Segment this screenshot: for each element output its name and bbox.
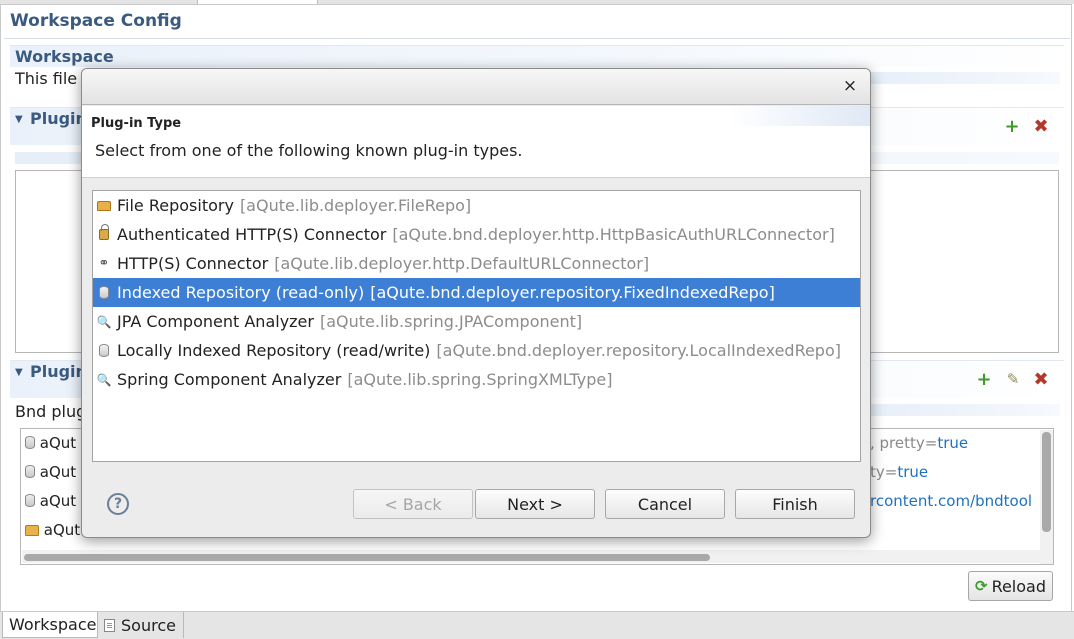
plugin-row[interactable]: aQut: [25, 434, 76, 452]
list-item-selected[interactable]: Indexed Repository (read-only) [aQute.bnd…: [93, 278, 860, 307]
workspace-description: This file: [15, 69, 78, 88]
plugin-type-list[interactable]: File Repository [aQute.lib.deployer.FileR…: [92, 190, 861, 462]
scrollbar-thumb[interactable]: [24, 554, 710, 561]
collapse-triangle-icon[interactable]: ▼: [15, 367, 23, 378]
plugin-row[interactable]: aQut: [25, 521, 80, 539]
database-icon: [25, 465, 35, 478]
list-item[interactable]: 🔍 JPA Component Analyzer [aQute.lib.spring…: [93, 307, 860, 336]
add-plugin-icon[interactable]: +: [975, 369, 993, 390]
plugins-description: Bnd plug: [15, 402, 87, 421]
dialog-page-title: Plug-in Type: [91, 116, 182, 131]
plugin-row[interactable]: aQut: [25, 492, 76, 510]
database-icon: [25, 436, 35, 449]
scrollbar-thumb[interactable]: [1042, 432, 1051, 532]
document-icon: [104, 618, 115, 632]
tab-source[interactable]: Source: [98, 612, 184, 638]
header-banner: [730, 106, 870, 126]
magnifier-icon: 🔍: [96, 314, 112, 329]
horizontal-scrollbar[interactable]: [22, 550, 1040, 563]
list-item[interactable]: ⚭ HTTP(S) Connector [aQute.lib.deployer.ht…: [93, 249, 860, 278]
plugin-path-section-title[interactable]: Plugin: [30, 109, 87, 128]
close-icon[interactable]: ×: [840, 76, 860, 96]
tab-workspace[interactable]: Workspace: [2, 612, 98, 638]
editor-page-tabs: Workspace Source: [0, 611, 1074, 639]
remove-icon[interactable]: ✖: [1032, 116, 1050, 137]
link-icon: ⚭: [98, 256, 110, 271]
plugin-type-dialog: × Plug-in Type Select from one of the fo…: [81, 68, 871, 538]
dialog-header: Plug-in Type Select from one of the foll…: [82, 106, 870, 178]
collapse-triangle-icon[interactable]: ▼: [15, 114, 23, 125]
list-item[interactable]: Authenticated HTTP(S) Connector [aQute.bn…: [93, 220, 860, 249]
back-button[interactable]: < Back: [353, 489, 473, 519]
list-item[interactable]: File Repository [aQute.lib.deployer.FileR…: [93, 191, 860, 220]
lock-icon: [99, 224, 109, 240]
vertical-scrollbar[interactable]: [1040, 430, 1053, 564]
workspace-section-header: [10, 45, 1064, 67]
add-icon[interactable]: +: [1003, 116, 1021, 137]
finish-button[interactable]: Finish: [735, 489, 855, 519]
reload-button[interactable]: ⟳ Reload: [968, 571, 1053, 601]
plugin-row-properties: , pretty=true: [870, 434, 969, 452]
plugin-row-properties: ty=true: [870, 463, 929, 481]
header-divider: [4, 38, 1070, 39]
help-icon[interactable]: ?: [107, 493, 129, 515]
folder-icon: [25, 525, 39, 536]
list-item[interactable]: Locally Indexed Repository (read/write)[…: [93, 336, 860, 365]
plugins-section-title[interactable]: Plugin: [30, 362, 87, 381]
database-icon: [99, 286, 109, 299]
plugins-underline: [860, 404, 1060, 416]
database-icon: [25, 494, 35, 507]
cancel-button[interactable]: Cancel: [605, 489, 725, 519]
workspace-underline: [860, 72, 1060, 84]
plugin-row-properties: rcontent.com/bndtool: [870, 492, 1033, 510]
plugin-row[interactable]: aQut: [25, 463, 76, 481]
remove-plugin-icon[interactable]: ✖: [1032, 369, 1050, 390]
workspace-section-title: Workspace: [15, 47, 114, 66]
dialog-page-description: Select from one of the following known p…: [95, 141, 523, 160]
form-title: Workspace Config: [10, 11, 182, 31]
dialog-titlebar[interactable]: ×: [82, 69, 870, 105]
folder-open-icon: [97, 200, 111, 211]
list-item[interactable]: 🔍 Spring Component Analyzer [aQute.lib.spr…: [93, 365, 860, 394]
database-icon: [99, 344, 109, 357]
magnifier-icon: 🔍: [96, 372, 112, 387]
edit-pencil-icon[interactable]: ✎: [1004, 370, 1022, 388]
refresh-icon: ⟳: [974, 577, 988, 595]
next-button[interactable]: Next >: [475, 489, 595, 519]
